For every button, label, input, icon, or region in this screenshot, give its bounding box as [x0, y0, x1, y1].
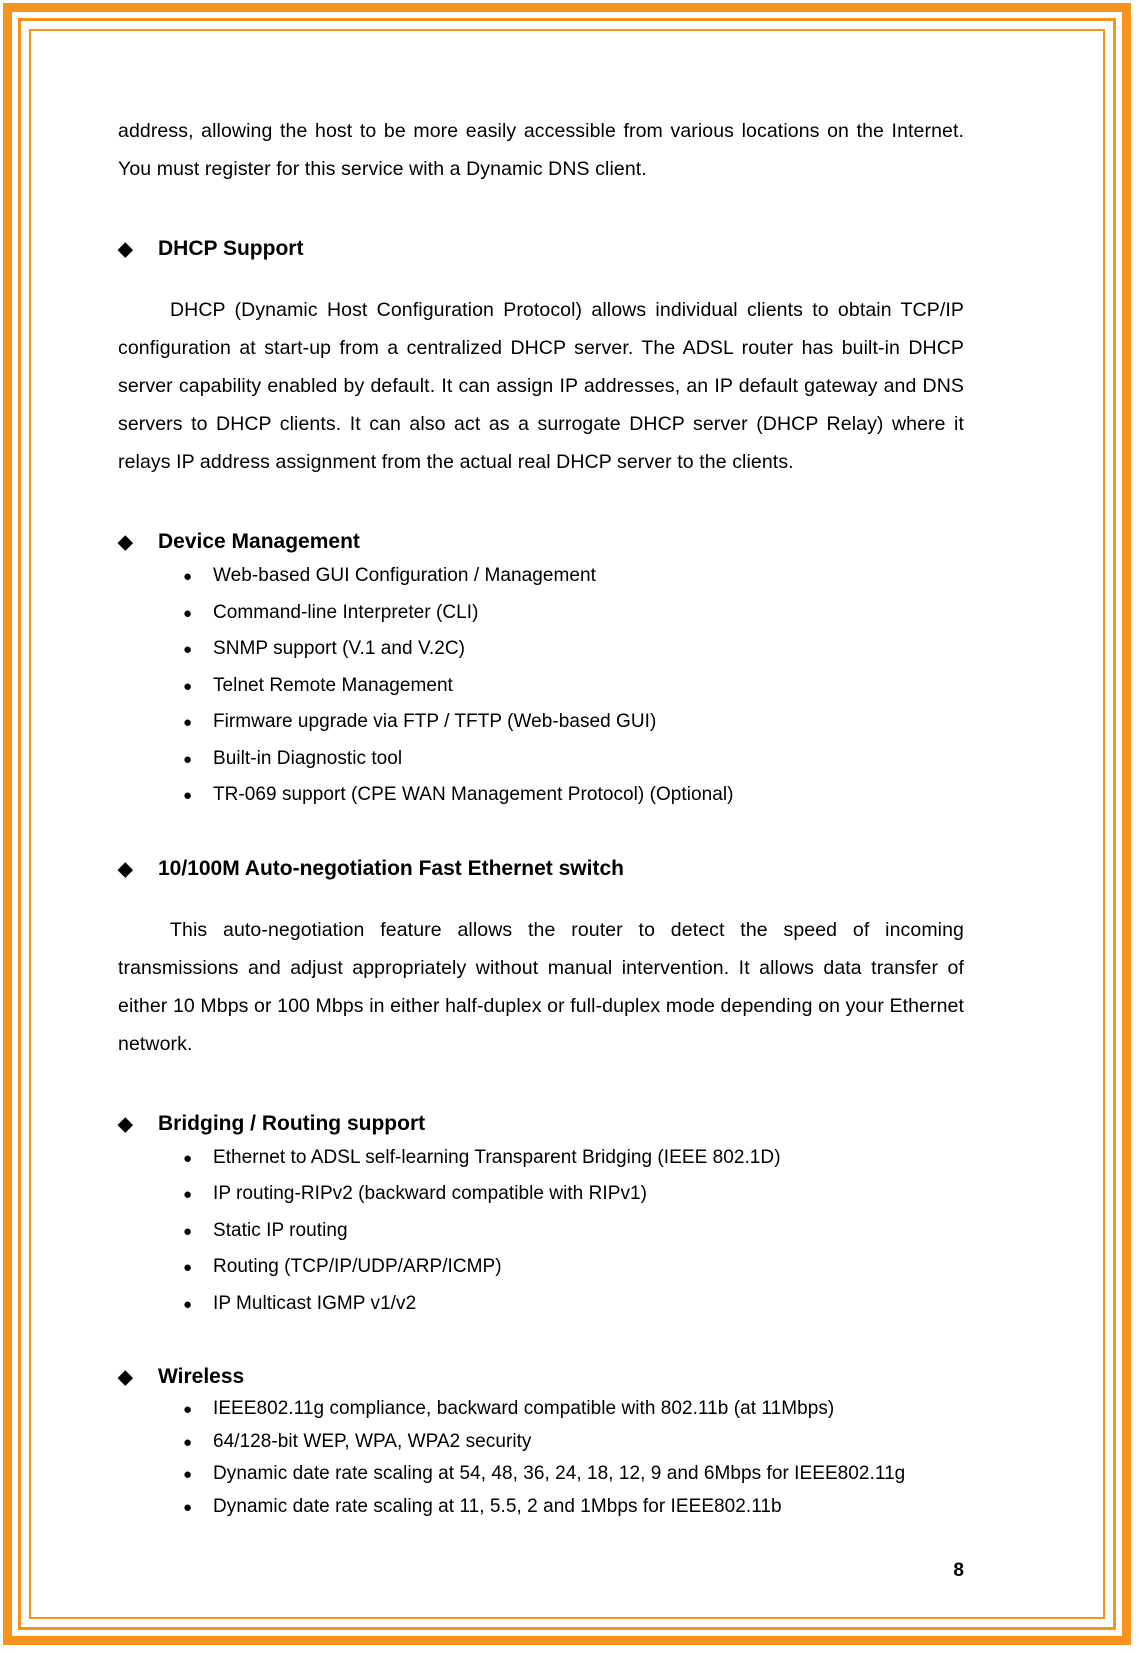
list-item-label: IEEE802.11g compliance, backward compati… [213, 1398, 835, 1419]
section-heading-wireless: ◆ Wireless [118, 1362, 964, 1393]
list-item-label: Web-based GUI Configuration / Management [213, 565, 596, 586]
list-item: ● Ethernet to ADSL self-learning Transpa… [118, 1140, 964, 1177]
bullet-icon: ● [183, 604, 193, 622]
section-paragraph-dhcp-support: DHCP (Dynamic Host Configuration Protoco… [118, 299, 964, 473]
list-item: ● Telnet Remote Management [118, 668, 964, 705]
bullet-list-wireless: ● IEEE802.11g compliance, backward compa… [118, 1393, 964, 1523]
bullet-list-bridging-routing-support: ● Ethernet to ADSL self-learning Transpa… [118, 1140, 964, 1323]
section-heading-device-management: ◆ Device Management [118, 527, 964, 558]
bullet-icon: ● [183, 1149, 193, 1167]
list-item: ● Built-in Diagnostic tool [118, 741, 964, 778]
list-item-label: TR-069 support (CPE WAN Management Proto… [213, 784, 734, 805]
bullet-icon: ● [183, 641, 193, 658]
bullet-icon: ● [183, 750, 193, 768]
list-item-label: Dynamic date rate scaling at 54, 48, 36,… [213, 1463, 906, 1484]
section-heading-dhcp-support: ◆ DHCP Support [118, 234, 964, 265]
list-item-label: Static IP routing [213, 1219, 348, 1241]
intro-paragraph: address, allowing the host to be more ea… [118, 120, 964, 180]
list-item: ● IP routing-RIPv2 (backward compatible … [118, 1176, 964, 1213]
bullet-icon: ● [183, 1186, 193, 1203]
list-item: ● Command-line Interpreter (CLI) [118, 595, 964, 632]
list-item-label: Routing (TCP/IP/UDP/ARP/ICMP) [213, 1256, 502, 1277]
list-item: ● TR-069 support (CPE WAN Management Pro… [118, 777, 964, 814]
list-item: ● Web-based GUI Configuration / Manageme… [118, 558, 964, 595]
list-item-label: SNMP support (V.1 and V.2C) [213, 638, 466, 659]
list-item: ● Routing (TCP/IP/UDP/ARP/ICMP) [118, 1249, 964, 1286]
diamond-icon: ◆ [118, 858, 133, 880]
bullet-icon: ● [183, 1222, 193, 1240]
section-heading-label: Wireless [158, 1365, 245, 1388]
bullet-icon: ● [183, 714, 193, 731]
diamond-icon: ◆ [118, 1367, 133, 1388]
diamond-icon: ◆ [118, 532, 133, 553]
list-item: ● IP Multicast IGMP v1/v2 [118, 1286, 964, 1323]
bullet-icon: ● [183, 1498, 193, 1516]
list-item: ● IEEE802.11g compliance, backward compa… [118, 1393, 964, 1426]
list-item-label: 64/128-bit WEP, WPA, WPA2 security [213, 1430, 532, 1452]
bullet-icon: ● [183, 1295, 193, 1313]
section-heading-label: Device Management [158, 530, 360, 553]
bullet-icon: ● [183, 1466, 193, 1483]
bullet-icon: ● [183, 1259, 193, 1276]
bullet-icon: ● [183, 677, 193, 695]
bullet-icon: ● [183, 1433, 193, 1451]
bullet-icon: ● [183, 1401, 193, 1418]
bullet-list-device-management: ● Web-based GUI Configuration / Manageme… [118, 558, 964, 814]
list-item: ● SNMP support (V.1 and V.2C) [118, 631, 964, 668]
section-heading-fast-ethernet-switch: ◆ 10/100M Auto-negotiation Fast Ethernet… [118, 854, 964, 885]
list-item-label: Dynamic date rate scaling at 11, 5.5, 2 … [213, 1495, 782, 1517]
list-item-label: Firmware upgrade via FTP / TFTP (Web-bas… [213, 711, 657, 732]
list-item-label: Command-line Interpreter (CLI) [213, 601, 479, 623]
document-page: address, allowing the host to be more ea… [0, 0, 1140, 1654]
bullet-icon: ● [183, 568, 193, 585]
diamond-icon: ◆ [118, 239, 133, 260]
page-content: address, allowing the host to be more ea… [118, 112, 964, 1523]
list-item: ● Dynamic date rate scaling at 11, 5.5, … [118, 1491, 964, 1524]
list-item: ● 64/128-bit WEP, WPA, WPA2 security [118, 1426, 964, 1459]
list-item: ● Dynamic date rate scaling at 54, 48, 3… [118, 1458, 964, 1491]
section-heading-label: DHCP Support [158, 237, 304, 260]
section-heading-label: Bridging / Routing support [158, 1111, 426, 1135]
list-item: ● Firmware upgrade via FTP / TFTP (Web-b… [118, 704, 964, 741]
list-item-label: IP routing-RIPv2 (backward compatible wi… [213, 1183, 647, 1204]
list-item-label: Built-in Diagnostic tool [213, 747, 403, 769]
section-heading-label: 10/100M Auto-negotiation Fast Ethernet s… [158, 856, 624, 880]
page-number: 8 [953, 1560, 964, 1581]
section-heading-bridging-routing-support: ◆ Bridging / Routing support [118, 1109, 964, 1140]
list-item-label: Telnet Remote Management [213, 674, 453, 696]
list-item-label: IP Multicast IGMP v1/v2 [213, 1292, 417, 1314]
list-item-label: Ethernet to ADSL self-learning Transpare… [213, 1146, 781, 1168]
bullet-icon: ● [183, 787, 193, 804]
list-item: ● Static IP routing [118, 1213, 964, 1250]
section-paragraph-fast-ethernet-switch: This auto-negotiation feature allows the… [118, 918, 964, 1055]
diamond-icon: ◆ [118, 1113, 133, 1135]
